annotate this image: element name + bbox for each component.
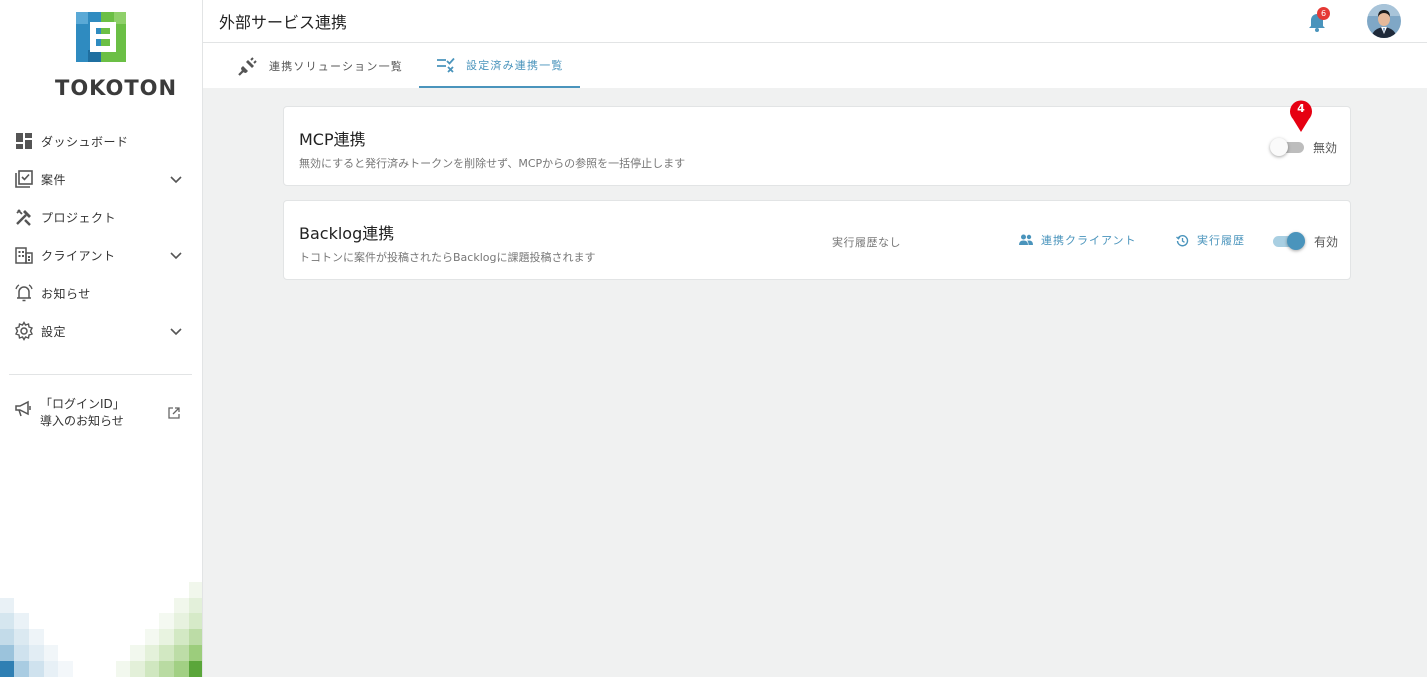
sidebar-item-notifications[interactable]: お知らせ (0, 274, 202, 312)
tab-configured-list[interactable]: 設定済み連携一覧 (419, 43, 580, 88)
sidebar-item-cases[interactable]: 案件 (0, 160, 202, 198)
execution-history-link[interactable]: 実行履歴 (1176, 232, 1245, 248)
tools-icon (14, 207, 34, 227)
tab-bar: 連携ソリューション一覧 設定済み連携一覧 (203, 43, 1427, 88)
toggle-knob (1270, 138, 1288, 156)
notification-count-badge: 6 (1317, 7, 1330, 20)
history-icon (1176, 234, 1189, 246)
dashboard-icon (14, 131, 34, 151)
chevron-down-icon[interactable] (168, 323, 184, 339)
integration-card-backlog: Backlog連携 トコトンに案件が投稿されたらBacklogに課題投稿されます… (283, 200, 1351, 280)
megaphone-icon (14, 400, 34, 422)
sidebar-item-clients[interactable]: クライアント (0, 236, 202, 274)
chevron-down-icon[interactable] (168, 171, 184, 187)
tokoton-logo-icon (76, 12, 126, 62)
gear-icon (14, 321, 34, 341)
page-title: 外部サービス連携 (219, 13, 348, 32)
sidebar-item-label: クライアント (41, 248, 116, 263)
sidebar-item-settings[interactable]: 設定 (0, 312, 202, 350)
sidebar-item-label: プロジェクト (41, 210, 117, 225)
integration-description: 無効にすると発行済みトークンを削除せず、MCPからの参照を一括停止します (299, 157, 686, 170)
sidebar-item-label: 案件 (41, 172, 67, 187)
link-label: 実行履歴 (1197, 234, 1245, 247)
tab-solution-list[interactable]: 連携ソリューション一覧 (237, 43, 403, 88)
building-icon (14, 245, 34, 265)
integration-card-mcp: MCP連携 無効にすると発行済みトークンを削除せず、MCPからの参照を一括停止し… (283, 100, 1351, 186)
mcp-enable-toggle[interactable] (1270, 138, 1304, 156)
sidebar-item-label: 設定 (41, 324, 67, 339)
external-link-icon[interactable] (167, 406, 181, 420)
backlog-enable-toggle[interactable] (1271, 232, 1305, 250)
sidebar-item-login-id-notice[interactable]: 「ログインID」 導入のお知らせ (14, 396, 189, 432)
integration-description: トコトンに案件が投稿されたらBacklogに課題投稿されます (299, 251, 596, 264)
sidebar-item-dashboard[interactable]: ダッシュボード (0, 122, 202, 160)
people-icon (1019, 234, 1033, 245)
linked-clients-link[interactable]: 連携クライアント (1019, 232, 1137, 248)
integration-title: MCP連携 (299, 130, 366, 149)
user-avatar[interactable] (1367, 4, 1401, 38)
decorative-pixel-pattern (0, 582, 202, 677)
tab-label: 連携ソリューション一覧 (269, 59, 403, 73)
toggle-knob (1287, 232, 1305, 250)
annotation-marker-number: 4 (1297, 102, 1305, 115)
plug-icon (238, 56, 257, 76)
notice-label-line1: 「ログインID」 (40, 397, 125, 411)
chevron-down-icon[interactable] (168, 247, 184, 263)
sidebar-item-label: お知らせ (41, 286, 91, 301)
toggle-state-label: 無効 (1313, 141, 1338, 155)
sidebar: TOKOTON ダッシュボード 案件 プロジェクト クライアント お知らせ 設定… (0, 0, 203, 677)
integration-title: Backlog連携 (299, 224, 395, 243)
sidebar-item-label: ダッシュボード (41, 134, 129, 149)
annotation-marker: 4 (1288, 99, 1314, 133)
sidebar-nav: ダッシュボード 案件 プロジェクト クライアント お知らせ 設定 (0, 122, 202, 350)
notice-label-line2: 導入のお知らせ (40, 414, 124, 428)
cases-icon (14, 169, 34, 189)
link-label: 連携クライアント (1041, 234, 1137, 247)
bell-ring-icon (14, 283, 34, 303)
header: 外部サービス連携 6 (203, 0, 1427, 43)
sidebar-divider (9, 374, 192, 375)
tab-label: 設定済み連携一覧 (466, 58, 564, 72)
toggle-state-label: 有効 (1314, 235, 1339, 249)
sidebar-item-projects[interactable]: プロジェクト (0, 198, 202, 236)
history-status: 実行履歴なし (832, 236, 901, 249)
notice-label: 「ログインID」 導入のお知らせ (40, 396, 125, 430)
brand-name: TOKOTON (55, 76, 178, 100)
checklist-icon (437, 57, 455, 73)
